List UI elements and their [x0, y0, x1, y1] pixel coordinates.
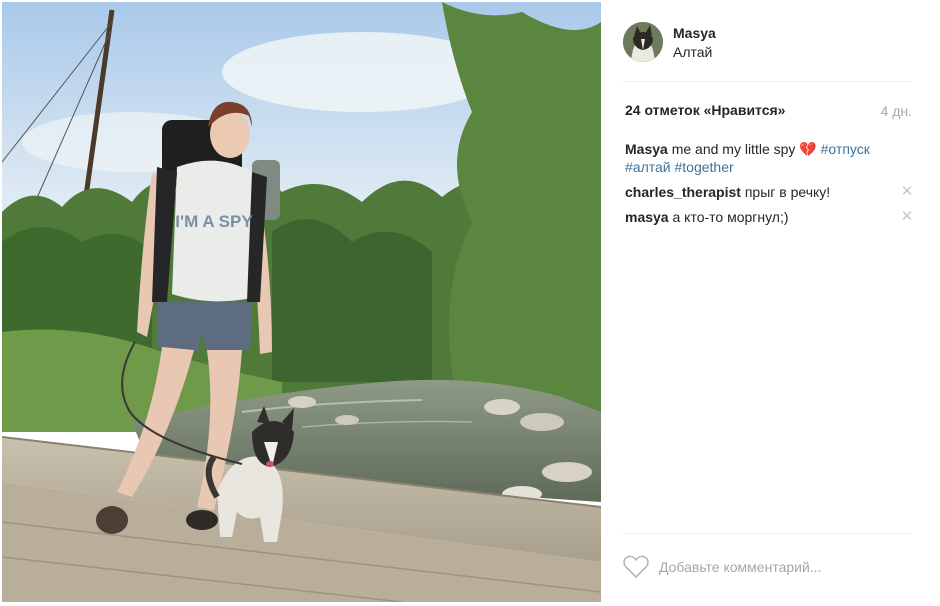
avatar[interactable] [623, 22, 663, 62]
username-link[interactable]: Masya [673, 25, 716, 41]
heart-outline-icon[interactable] [623, 555, 649, 579]
caption-text: me and my little spy [671, 141, 796, 157]
post-time[interactable]: 4 дн. [881, 103, 912, 119]
shirt-print: I'M A SPY [175, 212, 253, 231]
hashtag-link[interactable]: #алтай [625, 159, 671, 175]
caption-author[interactable]: Masya [625, 141, 668, 157]
comment-item: masya а кто-то моргнул;) ✕ [625, 208, 915, 226]
hashtag-link[interactable]: #отпуск [821, 141, 870, 157]
close-icon[interactable]: ✕ [899, 184, 915, 200]
header-divider [623, 81, 912, 82]
post-sidebar: Masya Алтай 24 отметок «Нравится» 4 дн. … [601, 0, 940, 606]
comments-list: Masya me and my little spy 💔 #отпуск #ал… [625, 140, 915, 233]
close-icon[interactable]: ✕ [899, 209, 915, 225]
comment-input[interactable] [659, 555, 909, 579]
post-view: I'M A SPY Masya Алтай 24 отметок «Нравит… [0, 0, 940, 606]
dog-avatar-icon [623, 22, 663, 62]
post-header: Masya Алтай [623, 20, 913, 82]
broken-heart-emoji: 💔 [799, 141, 817, 157]
comment-author[interactable]: charles_therapist [625, 184, 741, 200]
comment-item: charles_therapist прыг в речку! ✕ [625, 183, 915, 201]
likes-count[interactable]: 24 отметок «Нравится» [625, 102, 785, 118]
comment-text: а кто-то моргнул;) [672, 209, 789, 225]
hashtag-link[interactable]: #together [675, 159, 734, 175]
footer-divider [623, 533, 912, 534]
photo-illustration: I'M A SPY [2, 2, 601, 602]
caption: Masya me and my little spy 💔 #отпуск #ал… [625, 140, 915, 176]
comment-author[interactable]: masya [625, 209, 669, 225]
location-link[interactable]: Алтай [673, 44, 712, 60]
comment-text: прыг в речку! [744, 184, 831, 200]
comment-bar [623, 549, 913, 589]
post-photo[interactable]: I'M A SPY [2, 2, 601, 602]
